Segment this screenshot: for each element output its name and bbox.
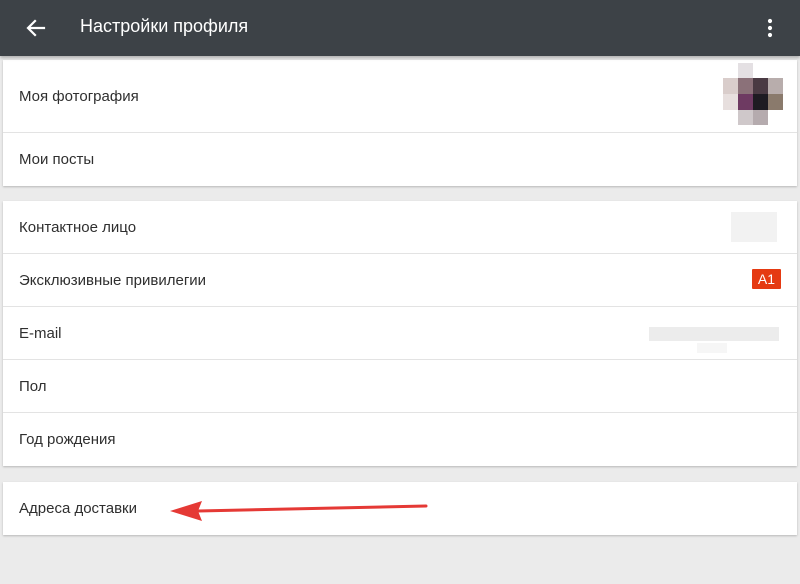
birth-year-row[interactable]: Год рождения [3,413,797,466]
back-button[interactable] [20,12,52,44]
email-label: E-mail [19,324,62,342]
my-posts-label: Мои посты [19,151,95,168]
email-value [649,327,779,341]
page-title: Настройки профиля [80,16,249,36]
email-row[interactable]: E-mail [3,307,797,360]
contact-person-label: Контактное лицо [19,218,137,236]
profile-card: Моя фотография Мои посты [3,60,797,186]
contact-info-card: Контактное лицо Эксклюзивные привилегии … [3,201,797,466]
birth-year-label: Год рождения [19,431,116,448]
privilege-level-badge: A1 [751,269,781,289]
gender-row[interactable]: Пол [3,360,797,413]
exclusive-privileges-label: Эксклюзивные привилегии [19,271,207,289]
arrow-left-icon [26,19,46,37]
my-photo-row[interactable]: Моя фотография [3,60,797,133]
annotation-arrow-icon [170,501,428,521]
my-photo-label: Моя фотография [19,87,139,105]
gender-label: Пол [19,377,47,395]
more-vert-icon [767,18,773,38]
avatar[interactable] [723,63,783,125]
more-menu-button[interactable] [758,12,782,44]
contact-person-value [731,212,777,242]
email-value-shadow [697,343,727,353]
delivery-addresses-label: Адреса доставки [19,500,138,517]
my-posts-row[interactable]: Мои посты [3,133,797,186]
app-bar: Настройки профиля [0,0,800,56]
contact-person-row[interactable]: Контактное лицо [3,201,797,254]
exclusive-privileges-row[interactable]: Эксклюзивные привилегии A1 [3,254,797,307]
